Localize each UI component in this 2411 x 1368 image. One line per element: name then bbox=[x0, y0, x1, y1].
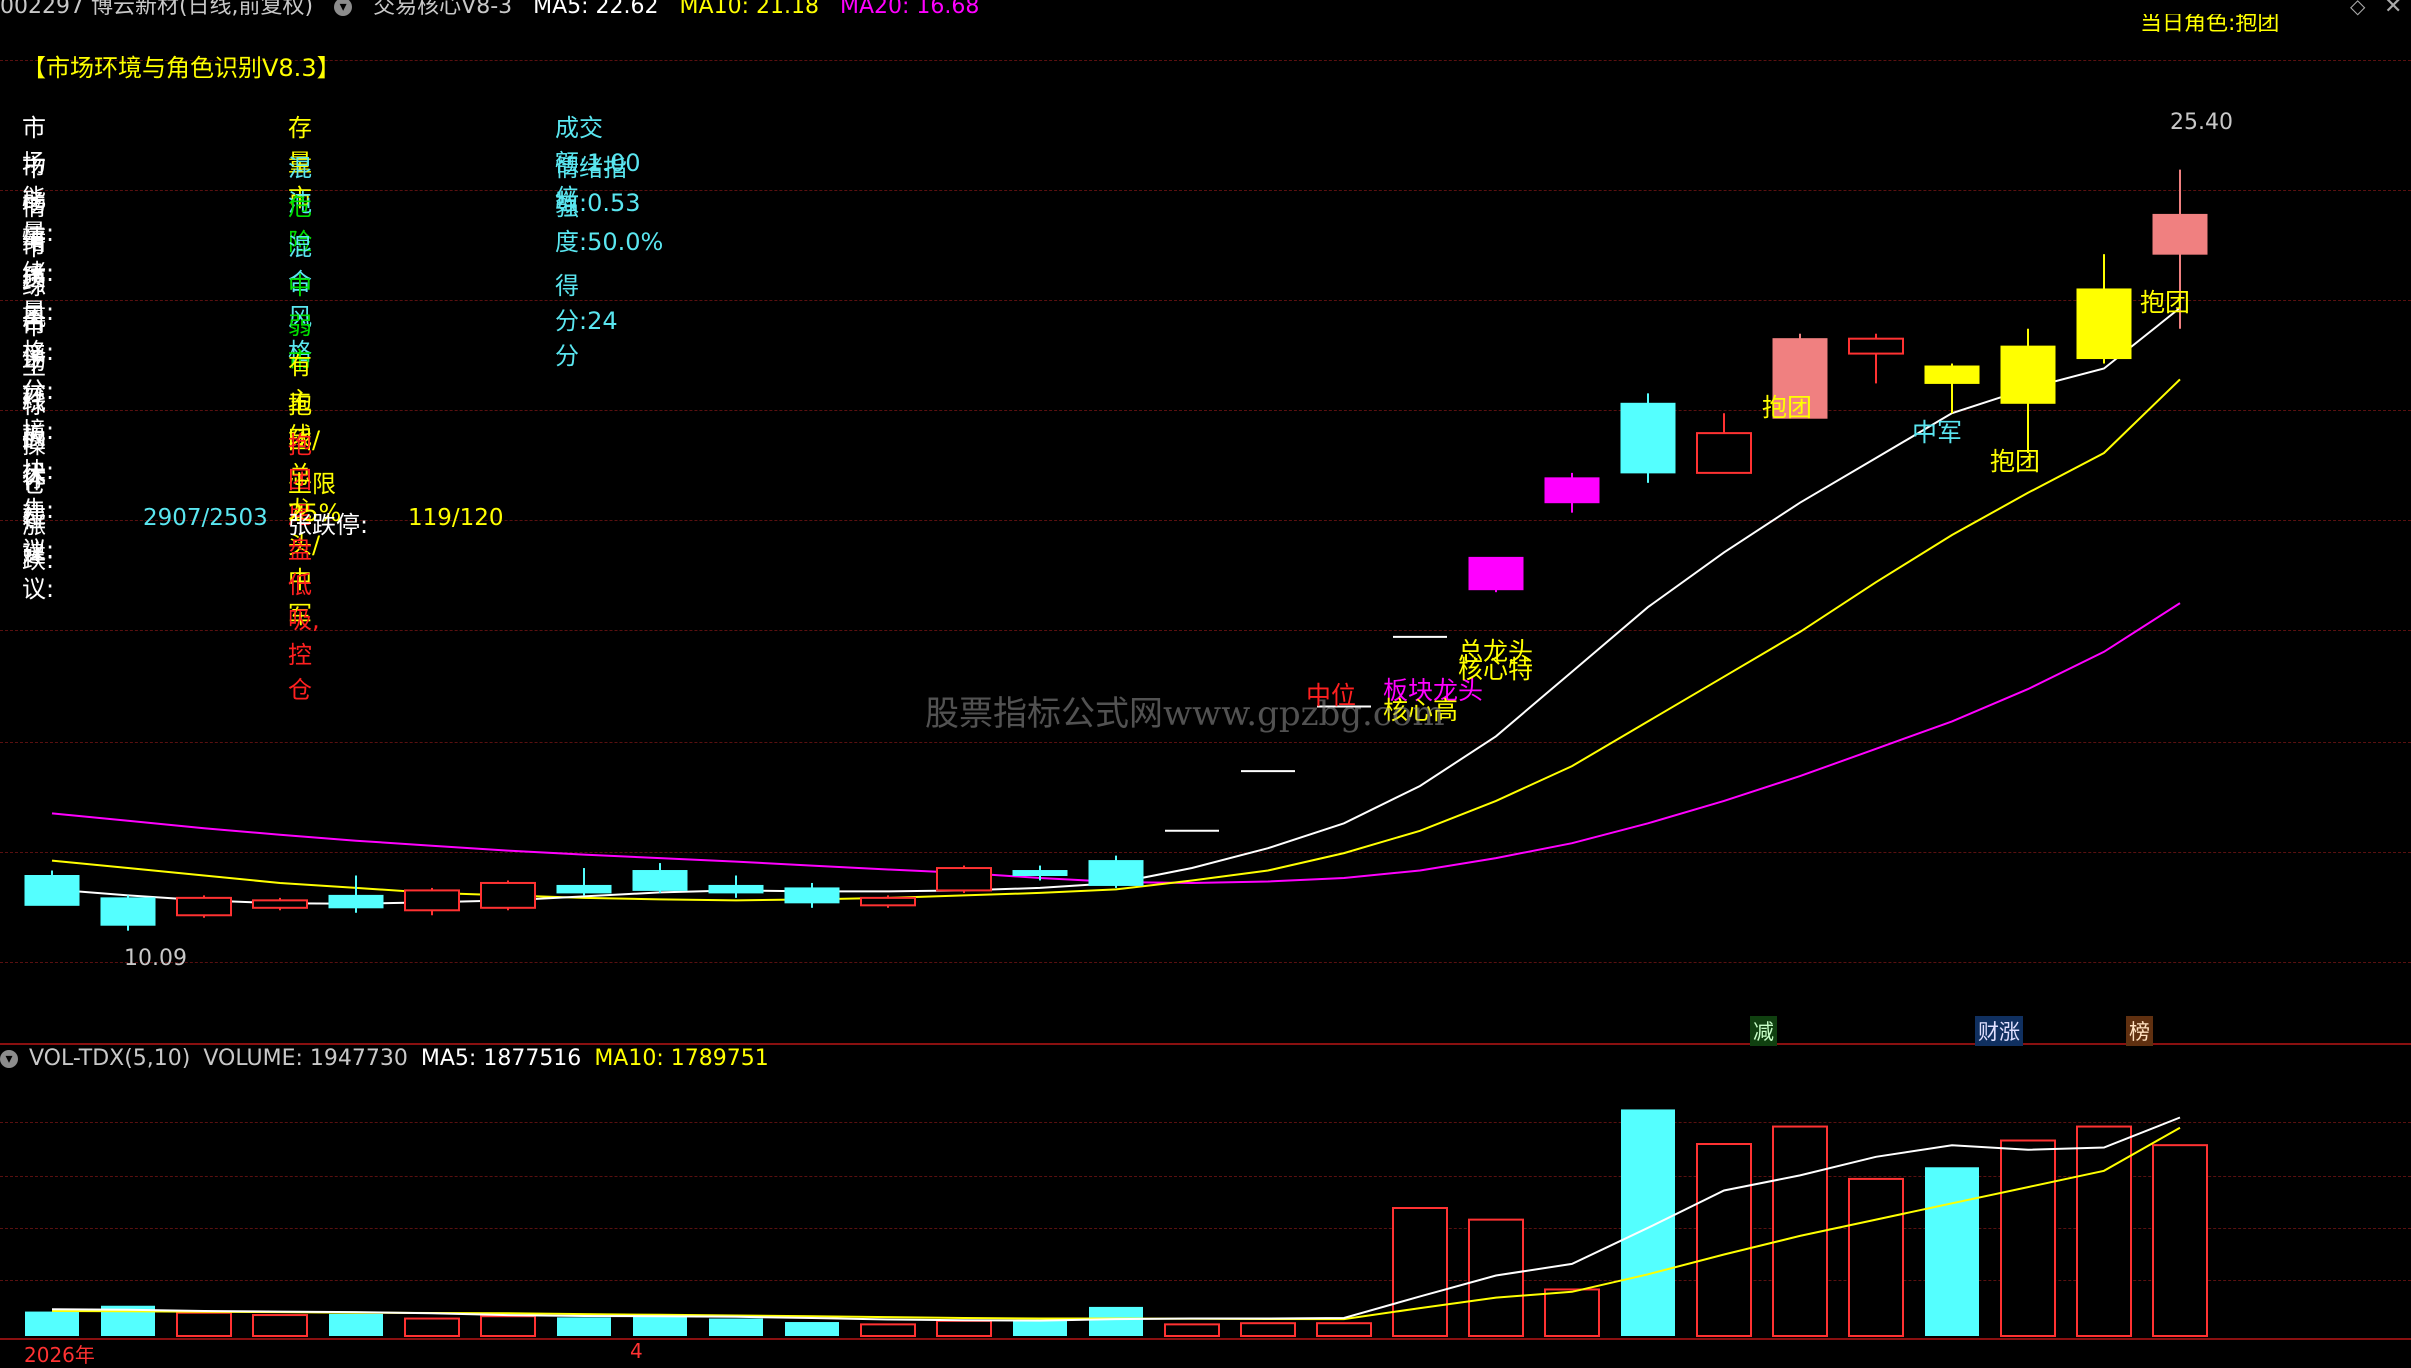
panel-title: 【市场环境与角色识别V8.3】 bbox=[22, 54, 341, 82]
marker-jian[interactable]: 减 bbox=[1750, 1016, 1777, 1046]
volume-bar-up bbox=[2000, 1139, 2056, 1337]
annotation-baotuan: 抱团 bbox=[2140, 288, 2191, 317]
volume-bar-down bbox=[1621, 1109, 1675, 1336]
limit-label: 张跌停: bbox=[288, 511, 369, 539]
volume-bar-up bbox=[1696, 1143, 1752, 1337]
annotation-zhongjun: 中军 bbox=[1912, 418, 1963, 447]
info-extra: 得分:24分 bbox=[555, 272, 618, 371]
volume-bar-down bbox=[785, 1322, 839, 1336]
volume-bar-down bbox=[25, 1311, 79, 1336]
limit-value: 119/120 bbox=[408, 505, 504, 531]
volume-bar-up bbox=[1392, 1207, 1448, 1337]
volume-bar-up bbox=[936, 1319, 992, 1337]
volume-bar-down bbox=[709, 1318, 763, 1336]
annotation-baotuan: 抱团 bbox=[1990, 447, 2041, 476]
volume-bar-down bbox=[1925, 1167, 1979, 1336]
volume-ma5-readout: MA5: 1877516 bbox=[420, 1046, 582, 1071]
volume-chart[interactable] bbox=[0, 0, 2411, 1361]
volume-readout: VOLUME: 1947730 bbox=[203, 1046, 408, 1071]
marker-bang[interactable]: 榜 bbox=[2126, 1016, 2153, 1046]
volume-bar-up bbox=[252, 1314, 308, 1338]
volume-bar-up bbox=[480, 1315, 536, 1337]
volume-bar-up bbox=[1544, 1288, 1600, 1338]
volume-bar-up bbox=[1316, 1322, 1372, 1337]
volume-bar-up bbox=[2076, 1125, 2132, 1337]
volume-bar-up bbox=[1468, 1218, 1524, 1337]
date-axis-year: 2026年 bbox=[24, 1343, 95, 1367]
watermark: 股票指标公式网www.gpzbg.com bbox=[925, 694, 1445, 734]
volume-bar-down bbox=[329, 1313, 383, 1336]
volume-bar-down bbox=[633, 1316, 687, 1336]
volume-bar-up bbox=[2152, 1144, 2208, 1338]
marker-caizhang[interactable]: 财涨 bbox=[1975, 1016, 2023, 1046]
volume-bar-up bbox=[1848, 1177, 1904, 1337]
annotation-hexin-te: 核心特 bbox=[1458, 655, 1534, 684]
volume-bar-up bbox=[1164, 1323, 1220, 1338]
annotation-baotuan: 抱团 bbox=[1762, 393, 1813, 422]
volume-bar-down bbox=[557, 1317, 611, 1336]
price-high-label: 25.40 bbox=[2170, 110, 2233, 135]
volume-bar-up bbox=[404, 1317, 460, 1337]
price-low-label: 10.09 bbox=[124, 946, 187, 971]
volume-bar-up bbox=[860, 1323, 916, 1338]
volume-title[interactable]: VOL-TDX(5,10) bbox=[29, 1046, 190, 1071]
date-axis-month: 4 bbox=[630, 1339, 643, 1363]
volume-bar-down bbox=[1089, 1306, 1143, 1336]
info-value: 中 bbox=[288, 272, 312, 301]
volume-bar-up bbox=[176, 1311, 232, 1338]
info-extra: 强度:50.0% bbox=[555, 193, 664, 257]
volume-bar-up bbox=[1240, 1322, 1296, 1337]
zhangdie-label: 涨跌: bbox=[22, 511, 55, 574]
zhangdie-value: 2907/2503 bbox=[143, 505, 268, 531]
volume-header: ▾ VOL-TDX(5,10) VOLUME: 1947730 MA5: 187… bbox=[0, 1046, 769, 1071]
volume-ma10-readout: MA10: 1789751 bbox=[594, 1046, 769, 1071]
volume-bar-down bbox=[1013, 1319, 1067, 1336]
chevron-down-icon[interactable]: ▾ bbox=[0, 1050, 18, 1068]
